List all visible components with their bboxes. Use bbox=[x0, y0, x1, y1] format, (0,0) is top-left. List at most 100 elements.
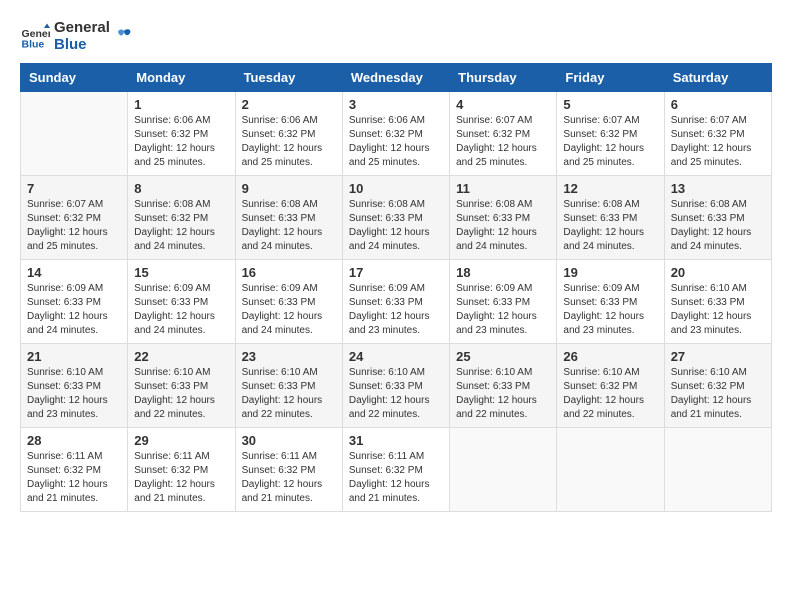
day-number: 17 bbox=[349, 265, 443, 280]
day-number: 9 bbox=[242, 181, 336, 196]
day-info: Sunrise: 6:11 AM Sunset: 6:32 PM Dayligh… bbox=[242, 450, 336, 506]
calendar-cell: 13Sunrise: 6:08 AM Sunset: 6:33 PM Dayli… bbox=[664, 176, 771, 260]
calendar-cell: 8 Sunrise: 6:08 AM Sunset: 6:32 PM Daylig… bbox=[128, 176, 235, 260]
day-info: Sunrise: 6:10 AM Sunset: 6:33 PM Dayligh… bbox=[134, 366, 228, 422]
day-info: Sunrise: 6:10 AM Sunset: 6:32 PM Dayligh… bbox=[671, 366, 765, 422]
day-number: 6 bbox=[671, 97, 765, 112]
calendar-cell: 5 Sunrise: 6:07 AM Sunset: 6:32 PM Daylig… bbox=[557, 92, 664, 176]
day-number: 5 bbox=[563, 97, 657, 112]
day-info: Sunrise: 6:10 AM Sunset: 6:33 PM Dayligh… bbox=[456, 366, 550, 422]
day-number: 15 bbox=[134, 265, 228, 280]
page-header: General Blue General Blue bbox=[20, 20, 772, 53]
calendar-cell: 29Sunrise: 6:11 AM Sunset: 6:32 PM Dayli… bbox=[128, 428, 235, 512]
calendar-cell: 10 Sunrise: 6:08 AM Sunset: 6:33 PM Dayli… bbox=[342, 176, 449, 260]
day-info: Sunrise: 6:10 AM Sunset: 6:33 PM Dayligh… bbox=[671, 282, 765, 338]
calendar-cell: 14 Sunrise: 6:09 AM Sunset: 6:33 PM Dayli… bbox=[21, 260, 128, 344]
day-info: Sunrise: 6:07 AM Sunset: 6:32 PM Dayligh… bbox=[456, 114, 550, 170]
day-info: Sunrise: 6:09 AM Sunset: 6:33 PM Dayligh… bbox=[134, 282, 228, 338]
day-info: Sunrise: 6:10 AM Sunset: 6:33 PM Dayligh… bbox=[242, 366, 336, 422]
day-info: Sunrise: 6:11 AM Sunset: 6:32 PM Dayligh… bbox=[27, 450, 121, 506]
day-info: Sunrise: 6:08 AM Sunset: 6:33 PM Dayligh… bbox=[563, 198, 657, 254]
calendar-week-row: 1Sunrise: 6:06 AM Sunset: 6:32 PM Daylig… bbox=[21, 92, 772, 176]
calendar-cell: 25 Sunrise: 6:10 AM Sunset: 6:33 PM Dayli… bbox=[450, 344, 557, 428]
day-number: 21 bbox=[27, 349, 121, 364]
calendar-cell: 6 Sunrise: 6:07 AM Sunset: 6:32 PM Daylig… bbox=[664, 92, 771, 176]
calendar-cell: 17 Sunrise: 6:09 AM Sunset: 6:33 PM Dayli… bbox=[342, 260, 449, 344]
day-info: Sunrise: 6:06 AM Sunset: 6:32 PM Dayligh… bbox=[349, 114, 443, 170]
day-info: Sunrise: 6:07 AM Sunset: 6:32 PM Dayligh… bbox=[671, 114, 765, 170]
svg-text:Blue: Blue bbox=[22, 38, 45, 50]
day-number: 7 bbox=[27, 181, 121, 196]
calendar-cell: 15 Sunrise: 6:09 AM Sunset: 6:33 PM Dayli… bbox=[128, 260, 235, 344]
day-info: Sunrise: 6:09 AM Sunset: 6:33 PM Dayligh… bbox=[563, 282, 657, 338]
day-info: Sunrise: 6:06 AM Sunset: 6:32 PM Dayligh… bbox=[134, 114, 228, 170]
calendar-cell bbox=[664, 428, 771, 512]
day-number: 3 bbox=[349, 97, 443, 112]
weekday-header-monday: Monday bbox=[128, 64, 235, 92]
day-number: 16 bbox=[242, 265, 336, 280]
weekday-header-saturday: Saturday bbox=[664, 64, 771, 92]
day-number: 28 bbox=[27, 433, 121, 448]
day-number: 10 bbox=[349, 181, 443, 196]
logo-icon: General Blue bbox=[20, 22, 50, 52]
calendar-cell bbox=[557, 428, 664, 512]
day-info: Sunrise: 6:08 AM Sunset: 6:33 PM Dayligh… bbox=[349, 198, 443, 254]
day-number: 18 bbox=[456, 265, 550, 280]
day-info: Sunrise: 6:09 AM Sunset: 6:33 PM Dayligh… bbox=[349, 282, 443, 338]
day-info: Sunrise: 6:07 AM Sunset: 6:32 PM Dayligh… bbox=[27, 198, 121, 254]
day-info: Sunrise: 6:08 AM Sunset: 6:32 PM Dayligh… bbox=[134, 198, 228, 254]
calendar-cell: 24Sunrise: 6:10 AM Sunset: 6:33 PM Dayli… bbox=[342, 344, 449, 428]
calendar-cell: 19Sunrise: 6:09 AM Sunset: 6:33 PM Dayli… bbox=[557, 260, 664, 344]
logo-general-text: General bbox=[54, 20, 110, 37]
logo: General Blue General Blue bbox=[20, 20, 134, 53]
calendar-week-row: 28 Sunrise: 6:11 AM Sunset: 6:32 PM Dayli… bbox=[21, 428, 772, 512]
calendar-cell: 9 Sunrise: 6:08 AM Sunset: 6:33 PM Daylig… bbox=[235, 176, 342, 260]
calendar-week-row: 7 Sunrise: 6:07 AM Sunset: 6:32 PM Daylig… bbox=[21, 176, 772, 260]
day-number: 26 bbox=[563, 349, 657, 364]
logo-bird-icon bbox=[114, 27, 134, 47]
calendar-cell: 30 Sunrise: 6:11 AM Sunset: 6:32 PM Dayli… bbox=[235, 428, 342, 512]
day-number: 20 bbox=[671, 265, 765, 280]
day-number: 12 bbox=[563, 181, 657, 196]
day-number: 14 bbox=[27, 265, 121, 280]
calendar-cell bbox=[21, 92, 128, 176]
calendar-cell: 3 Sunrise: 6:06 AM Sunset: 6:32 PM Daylig… bbox=[342, 92, 449, 176]
calendar-cell: 22 Sunrise: 6:10 AM Sunset: 6:33 PM Dayli… bbox=[128, 344, 235, 428]
weekday-header-sunday: Sunday bbox=[21, 64, 128, 92]
day-number: 22 bbox=[134, 349, 228, 364]
day-info: Sunrise: 6:09 AM Sunset: 6:33 PM Dayligh… bbox=[27, 282, 121, 338]
day-number: 25 bbox=[456, 349, 550, 364]
logo-blue-text: Blue bbox=[54, 37, 110, 54]
calendar-cell: 7 Sunrise: 6:07 AM Sunset: 6:32 PM Daylig… bbox=[21, 176, 128, 260]
calendar-cell bbox=[450, 428, 557, 512]
weekday-header-row: SundayMondayTuesdayWednesdayThursdayFrid… bbox=[21, 64, 772, 92]
day-number: 8 bbox=[134, 181, 228, 196]
weekday-header-thursday: Thursday bbox=[450, 64, 557, 92]
calendar-cell: 20 Sunrise: 6:10 AM Sunset: 6:33 PM Dayli… bbox=[664, 260, 771, 344]
calendar-cell: 12 Sunrise: 6:08 AM Sunset: 6:33 PM Dayli… bbox=[557, 176, 664, 260]
day-info: Sunrise: 6:06 AM Sunset: 6:32 PM Dayligh… bbox=[242, 114, 336, 170]
calendar-cell: 4 Sunrise: 6:07 AM Sunset: 6:32 PM Daylig… bbox=[450, 92, 557, 176]
day-info: Sunrise: 6:08 AM Sunset: 6:33 PM Dayligh… bbox=[671, 198, 765, 254]
day-info: Sunrise: 6:08 AM Sunset: 6:33 PM Dayligh… bbox=[242, 198, 336, 254]
calendar-table: SundayMondayTuesdayWednesdayThursdayFrid… bbox=[20, 63, 772, 512]
day-info: Sunrise: 6:11 AM Sunset: 6:32 PM Dayligh… bbox=[134, 450, 228, 506]
day-number: 27 bbox=[671, 349, 765, 364]
calendar-cell: 21 Sunrise: 6:10 AM Sunset: 6:33 PM Dayli… bbox=[21, 344, 128, 428]
weekday-header-tuesday: Tuesday bbox=[235, 64, 342, 92]
calendar-week-row: 14 Sunrise: 6:09 AM Sunset: 6:33 PM Dayli… bbox=[21, 260, 772, 344]
calendar-cell: 28 Sunrise: 6:11 AM Sunset: 6:32 PM Dayli… bbox=[21, 428, 128, 512]
day-info: Sunrise: 6:07 AM Sunset: 6:32 PM Dayligh… bbox=[563, 114, 657, 170]
calendar-cell: 18 Sunrise: 6:09 AM Sunset: 6:33 PM Dayli… bbox=[450, 260, 557, 344]
day-info: Sunrise: 6:10 AM Sunset: 6:33 PM Dayligh… bbox=[27, 366, 121, 422]
day-number: 11 bbox=[456, 181, 550, 196]
day-number: 4 bbox=[456, 97, 550, 112]
day-info: Sunrise: 6:08 AM Sunset: 6:33 PM Dayligh… bbox=[456, 198, 550, 254]
day-number: 30 bbox=[242, 433, 336, 448]
day-number: 31 bbox=[349, 433, 443, 448]
day-info: Sunrise: 6:10 AM Sunset: 6:32 PM Dayligh… bbox=[563, 366, 657, 422]
weekday-header-wednesday: Wednesday bbox=[342, 64, 449, 92]
calendar-cell: 23Sunrise: 6:10 AM Sunset: 6:33 PM Dayli… bbox=[235, 344, 342, 428]
day-info: Sunrise: 6:09 AM Sunset: 6:33 PM Dayligh… bbox=[456, 282, 550, 338]
calendar-cell: 31Sunrise: 6:11 AM Sunset: 6:32 PM Dayli… bbox=[342, 428, 449, 512]
